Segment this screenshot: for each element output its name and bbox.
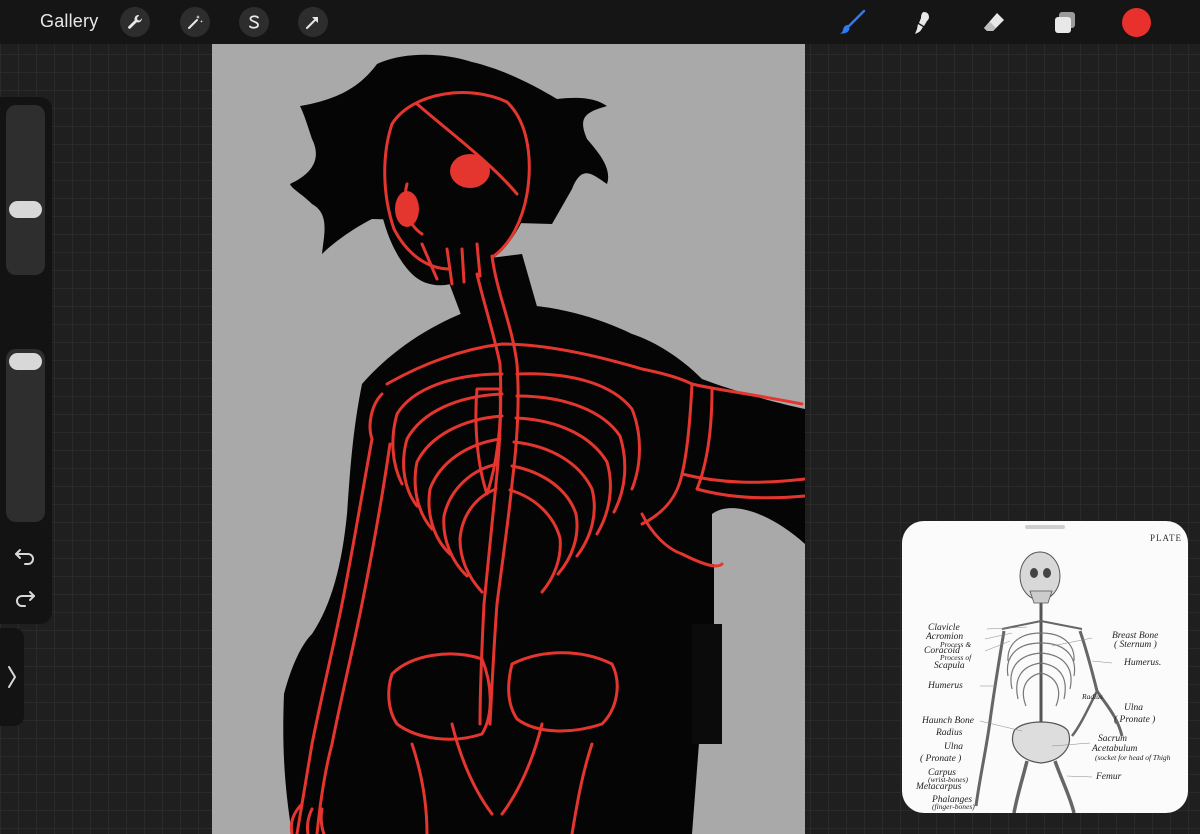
brush-size-slider[interactable] xyxy=(6,105,45,275)
top-toolbar: Gallery xyxy=(0,0,1200,44)
label-ulna-right: Ulna xyxy=(1124,703,1143,713)
smudge-icon xyxy=(915,12,929,34)
redo-icon xyxy=(16,591,35,607)
selection-button[interactable] xyxy=(239,7,269,37)
label-radius-right: Radius xyxy=(1082,692,1103,701)
label-finger-bones: (finger-bones) xyxy=(932,802,975,811)
transform-arrow-icon xyxy=(306,17,318,29)
brush-icon xyxy=(840,9,866,34)
label-ulna-left: Ulna xyxy=(944,742,963,752)
drawing-canvas[interactable] xyxy=(212,44,805,834)
gallery-button[interactable]: Gallery xyxy=(40,11,98,32)
eraser-icon xyxy=(984,13,1004,31)
label-socket: (socket for head of Thigh xyxy=(1095,753,1171,762)
label-femur: Femur xyxy=(1096,772,1122,782)
brush-opacity-knob[interactable] xyxy=(9,353,42,370)
label-metacarpus: Metacarpus xyxy=(916,782,962,792)
color-picker-button[interactable] xyxy=(1122,8,1151,37)
left-sidebar xyxy=(0,97,52,624)
label-humerus-right: Humerus. xyxy=(1124,658,1162,668)
redo-button[interactable] xyxy=(12,587,38,609)
label-pronate-left: ( Pronate ) xyxy=(920,754,962,764)
actions-button[interactable] xyxy=(120,7,150,37)
label-haunch-bone: Haunch Bone xyxy=(922,716,974,726)
label-sacrum: Sacrum xyxy=(1098,734,1128,744)
brush-opacity-slider[interactable] xyxy=(6,349,45,522)
smudge-button[interactable] xyxy=(907,8,937,38)
layers-button[interactable] xyxy=(1050,8,1080,38)
magic-wand-icon xyxy=(188,15,203,29)
sidebar-toggle[interactable] xyxy=(0,628,24,726)
brush-size-knob[interactable] xyxy=(9,201,42,218)
transform-button[interactable] xyxy=(298,7,328,37)
layers-icon xyxy=(1055,12,1075,33)
eraser-button[interactable] xyxy=(979,8,1009,38)
reference-window[interactable]: PLATE Clavicle Acromion Process & Coraco… xyxy=(902,521,1188,813)
label-sternum: ( Sternum ) xyxy=(1114,640,1157,650)
label-humerus-left: Humerus xyxy=(928,681,963,691)
brush-button[interactable] xyxy=(838,8,868,38)
skeleton-artwork xyxy=(283,54,805,834)
label-radius-left: Radius xyxy=(936,728,963,738)
wrench-icon xyxy=(128,15,143,29)
adjustments-button[interactable] xyxy=(180,7,210,37)
undo-button[interactable] xyxy=(12,545,38,567)
label-pronate-right: ( Pronate ) xyxy=(1114,715,1156,725)
chevron-right-icon xyxy=(8,666,17,688)
label-scapula: Scapula xyxy=(934,661,965,671)
undo-icon xyxy=(15,549,34,565)
selection-icon xyxy=(249,15,259,29)
